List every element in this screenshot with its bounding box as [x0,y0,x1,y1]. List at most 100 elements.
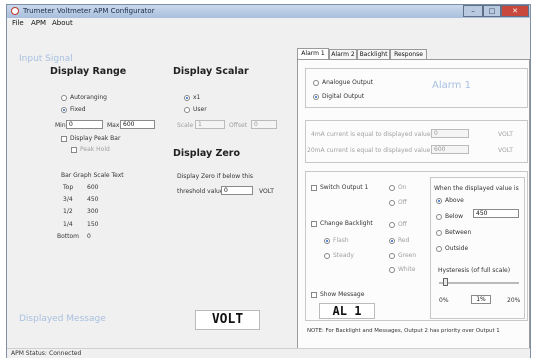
between-label: Between [445,229,472,236]
below-radio[interactable] [436,214,442,220]
ma-group [305,120,528,163]
ma20-input[interactable]: 600 [431,145,469,154]
switch-off-label: Off [398,199,407,206]
display-zero-heading: Display Zero [173,148,241,159]
apm-status-value: Connected [49,350,82,357]
digital-output-label: Digital Output [322,93,365,100]
menu-bar [7,18,530,29]
steady-radio[interactable] [324,253,330,259]
peak-hold-checkbox[interactable] [71,147,77,153]
x1-radio[interactable] [184,95,190,101]
scale-input[interactable]: 1 [195,120,225,129]
digital-output-radio[interactable] [313,94,319,100]
outside-label: Outside [445,245,469,252]
offset-input[interactable]: 0 [251,120,277,129]
bar-row-value: 0 [87,233,91,240]
close-button[interactable]: ✕ [501,5,529,17]
apm-status-label: APM Status: [11,350,47,357]
below-value-input[interactable]: 450 [473,209,519,218]
ma20-label: 20mA current is equal to displayed value… [307,147,439,154]
hysteresis-max-label: 20% [507,297,521,304]
autoranging-radio[interactable] [61,95,67,101]
outside-radio[interactable] [436,246,442,252]
priority-note: NOTE: For Backlight and Messages, Output… [307,328,500,334]
display-peak-bar-label: Display Peak Bar [70,135,121,142]
tab-alarm-1[interactable]: Alarm 1 [297,48,329,59]
tab-response[interactable]: Response [390,49,427,59]
when-label: When the displayed value is [434,185,519,192]
tab-backlight[interactable]: Backlight [357,49,390,59]
show-message-label: Show Message [320,291,365,298]
hysteresis-label: Hysteresis (of full scale) [438,267,511,274]
backlight-off-radio[interactable] [389,222,395,228]
display-range-heading: Display Range [50,66,127,77]
hysteresis-value: 1% [471,295,491,304]
scale-label: Scale [177,122,194,129]
alarm-message-display: AL 1 [319,303,375,319]
min-label: Min [55,122,66,129]
displayed-message-title: Displayed Message [19,314,106,324]
between-radio[interactable] [436,230,442,236]
peak-hold-label: Peak Hold [80,146,110,153]
menu-apm[interactable]: APM [31,19,46,27]
autoranging-label: Autoranging [70,94,107,101]
bar-row-label: 1/4 [63,221,73,228]
offset-label: Offset [229,122,248,129]
change-backlight-checkbox[interactable] [311,221,317,227]
steady-label: Steady [333,252,354,259]
red-label: Red [398,237,410,244]
switch-off-radio[interactable] [389,200,395,206]
white-radio[interactable] [389,267,395,273]
bar-row-value: 300 [87,208,99,215]
ma4-label: 4mA current is equal to displayed value … [311,131,439,138]
user-radio[interactable] [184,107,190,113]
minimize-button[interactable]: – [463,5,483,17]
min-input[interactable]: 0 [66,120,103,129]
bar-row-value: 450 [87,196,99,203]
switch-output-checkbox[interactable] [311,185,317,191]
max-input[interactable]: 600 [120,120,155,129]
title-bar: Trumeter Voltmeter APM Configurator – □ … [7,5,530,18]
menu-file[interactable]: File [12,19,24,27]
threshold-label: threshold value [177,188,224,195]
ma4-input[interactable]: 0 [431,129,469,138]
bar-graph-title: Bar Graph Scale Text [61,172,124,179]
bar-row-label: Top [63,184,74,191]
alarm-heading: Alarm 1 [432,80,471,91]
above-radio[interactable] [436,198,442,204]
menu-about[interactable]: About [52,19,73,27]
window-title: Trumeter Voltmeter APM Configurator [23,7,155,15]
red-radio[interactable] [389,238,395,244]
show-message-checkbox[interactable] [311,292,317,298]
switch-on-radio[interactable] [389,185,395,191]
app-icon [11,7,19,15]
display-peak-bar-checkbox[interactable] [61,136,67,142]
hysteresis-slider-thumb[interactable] [442,278,448,286]
user-label: User [193,106,207,113]
bar-row-value: 150 [87,221,99,228]
threshold-input[interactable]: 0 [221,186,253,195]
threshold-unit: VOLT [259,188,274,195]
green-label: Green [398,252,417,259]
bar-row-label: Bottom [57,233,80,240]
bar-row-label: 1/2 [63,208,73,215]
backlight-off-label: Off [398,221,407,228]
switch-output-label: Switch Output 1 [320,184,369,191]
input-signal-title: Input Signal [19,54,73,64]
fixed-radio[interactable] [61,107,67,113]
ma4-unit: VOLT [498,131,513,138]
output-type-group [305,68,528,108]
switch-on-label: On [398,184,407,191]
hysteresis-slider-track[interactable] [439,282,519,284]
flash-radio[interactable] [324,238,330,244]
bar-row-label: 3/4 [63,196,73,203]
analogue-output-radio[interactable] [313,80,319,86]
green-radio[interactable] [389,253,395,259]
display-scalar-heading: Display Scalar [173,66,249,77]
message-display: VOLT [195,310,260,330]
display-zero-text: Display Zero if below this [177,173,254,180]
ma20-unit: VOLT [498,147,513,154]
tab-alarm-2[interactable]: Alarm 2 [329,49,357,59]
maximize-button[interactable]: □ [483,5,501,17]
fixed-label: Fixed [70,106,86,113]
